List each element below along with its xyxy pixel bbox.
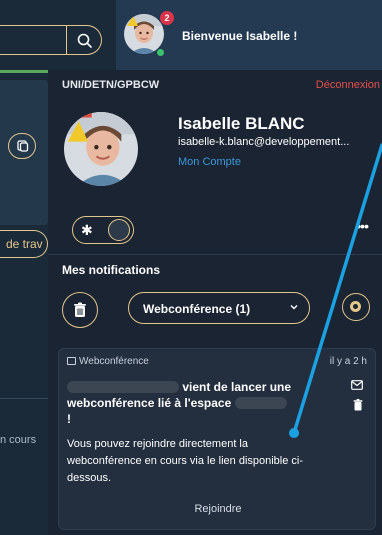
notification-type-label: Webconférence	[79, 356, 149, 367]
more-options-icon[interactable]: •••	[356, 218, 369, 234]
top-bar	[0, 0, 116, 70]
notification-count-badge: 2	[160, 11, 174, 25]
redacted-name	[67, 381, 179, 393]
my-account-link[interactable]: Mon Compte	[178, 156, 241, 168]
trash-icon	[74, 302, 86, 317]
notification-time: il y a 2 h	[329, 356, 367, 367]
sun-icon: ✱	[81, 222, 93, 238]
search-input[interactable]	[0, 25, 102, 55]
mark-as-read-icon[interactable]	[351, 380, 363, 390]
theme-toggle[interactable]: ✱	[72, 216, 134, 244]
delete-notification-icon[interactable]	[353, 399, 363, 411]
background-divider	[0, 398, 48, 399]
heading-line-3: !	[67, 412, 71, 426]
background-status-text: n cours	[0, 434, 37, 446]
heading-line-2: webconférence lié à l'espace	[67, 396, 232, 410]
heading-line-1: vient de lancer une	[182, 380, 292, 394]
background-copy-button[interactable]	[8, 133, 36, 159]
logout-link[interactable]: Déconnexion	[316, 79, 380, 91]
profile-photo	[64, 112, 138, 186]
user-name: Isabelle BLANC	[178, 114, 305, 133]
filter-selected-label: Webconférence (1)	[143, 302, 251, 316]
redacted-space	[234, 397, 287, 409]
chevron-down-icon	[290, 305, 298, 310]
active-tab-indicator	[0, 70, 48, 73]
profile-avatar	[64, 112, 138, 186]
panel-divider	[48, 254, 382, 255]
delete-all-notifications-button[interactable]	[62, 292, 98, 328]
background-chip[interactable]: de trav	[0, 230, 48, 258]
notification-filter-select[interactable]: Webconférence (1)	[128, 292, 310, 324]
join-button[interactable]: Rejoindre	[59, 503, 377, 515]
user-dropdown-panel: UNI/DETN/GPBCW Déconnexion Isabelle BLAN…	[48, 70, 382, 535]
notification-heading: vient de lancer une webconférence lié à …	[67, 379, 329, 427]
search-divider	[66, 26, 67, 54]
header-user-menu[interactable]: 2 Bienvenue Isabelle !	[116, 0, 382, 70]
online-status-dot	[156, 48, 165, 57]
notification-type: Webconférence	[67, 356, 149, 367]
calendar-icon	[67, 357, 76, 365]
settings-icon	[350, 301, 361, 312]
notification-card: Webconférence il y a 2 h vient de lancer…	[58, 348, 376, 530]
organization-code: UNI/DETN/GPBCW	[62, 79, 160, 91]
notification-settings-button[interactable]	[342, 293, 370, 321]
toggle-knob	[108, 219, 130, 241]
search-icon[interactable]	[76, 32, 94, 50]
copy-icon	[17, 140, 29, 152]
greeting-text: Bienvenue Isabelle !	[182, 29, 298, 43]
user-email: isabelle-k.blanc@developpement...	[178, 136, 350, 148]
notifications-title: Mes notifications	[62, 263, 161, 277]
notification-body: Vous pouvez rejoindre directement la web…	[67, 438, 304, 484]
